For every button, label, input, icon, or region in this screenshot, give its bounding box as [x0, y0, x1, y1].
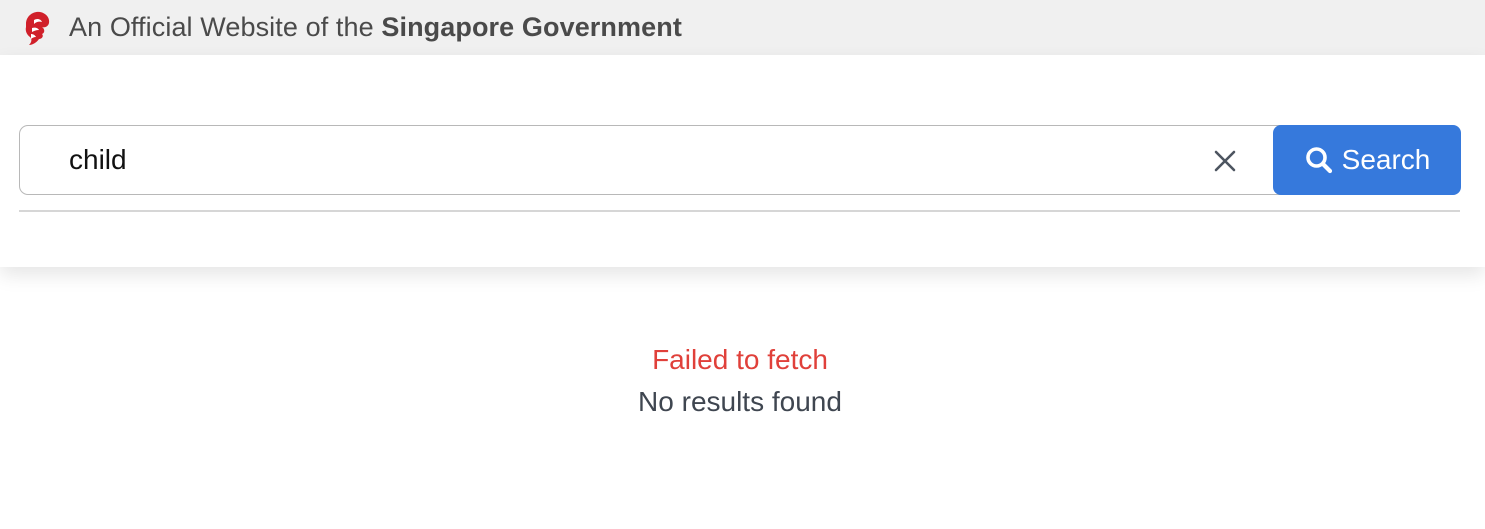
search-button[interactable]: Search: [1273, 125, 1461, 195]
search-button-label: Search: [1341, 144, 1431, 175]
masthead-prefix: An Official Website of the: [69, 12, 382, 42]
government-masthead: An Official Website of the Singapore Gov…: [0, 0, 1485, 55]
divider: [19, 210, 1460, 212]
masthead-emphasis: Singapore Government: [381, 12, 682, 42]
close-icon[interactable]: [1213, 149, 1237, 173]
masthead-text: An Official Website of the Singapore Gov…: [69, 12, 682, 43]
error-message: Failed to fetch: [652, 344, 828, 375]
no-results-message: No results found: [638, 386, 842, 417]
search-icon: [1305, 147, 1332, 174]
search-box: Search: [19, 125, 1461, 195]
lion-head-icon: [25, 11, 50, 46]
search-panel: Search: [0, 55, 1485, 267]
results-area: Failed to fetch No results found: [0, 340, 1480, 422]
search-input[interactable]: [69, 126, 1199, 194]
